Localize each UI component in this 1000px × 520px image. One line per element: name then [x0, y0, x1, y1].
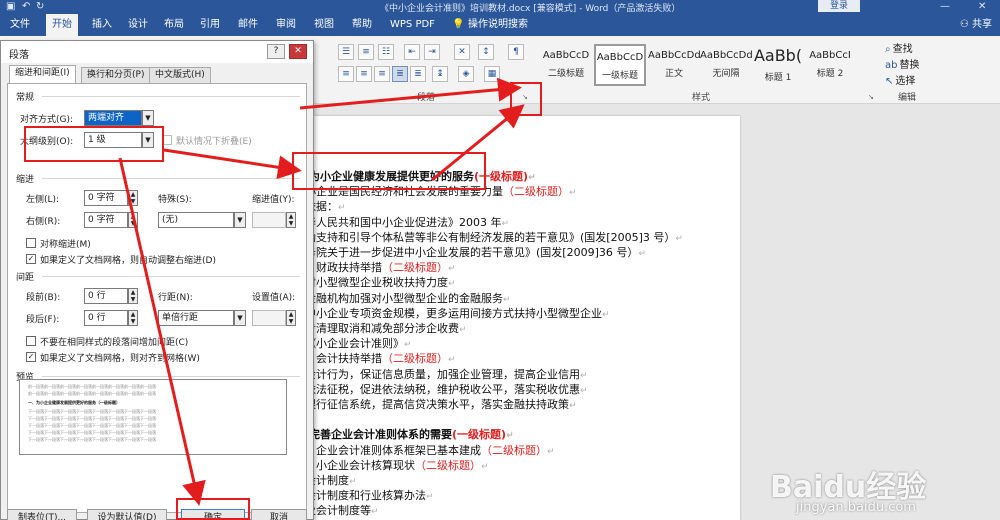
arrow-to-launcher	[299, 77, 522, 110]
watermark-url: jingyan.baidu.com	[796, 500, 916, 515]
arrow-to-ok	[118, 157, 206, 506]
arrow-heading-to-launcher	[431, 104, 525, 182]
arrow-to-heading	[163, 148, 302, 180]
baidu-watermark: Baidu经验 jingyan.baidu.com	[770, 462, 990, 520]
annotation-arrows	[118, 77, 525, 506]
